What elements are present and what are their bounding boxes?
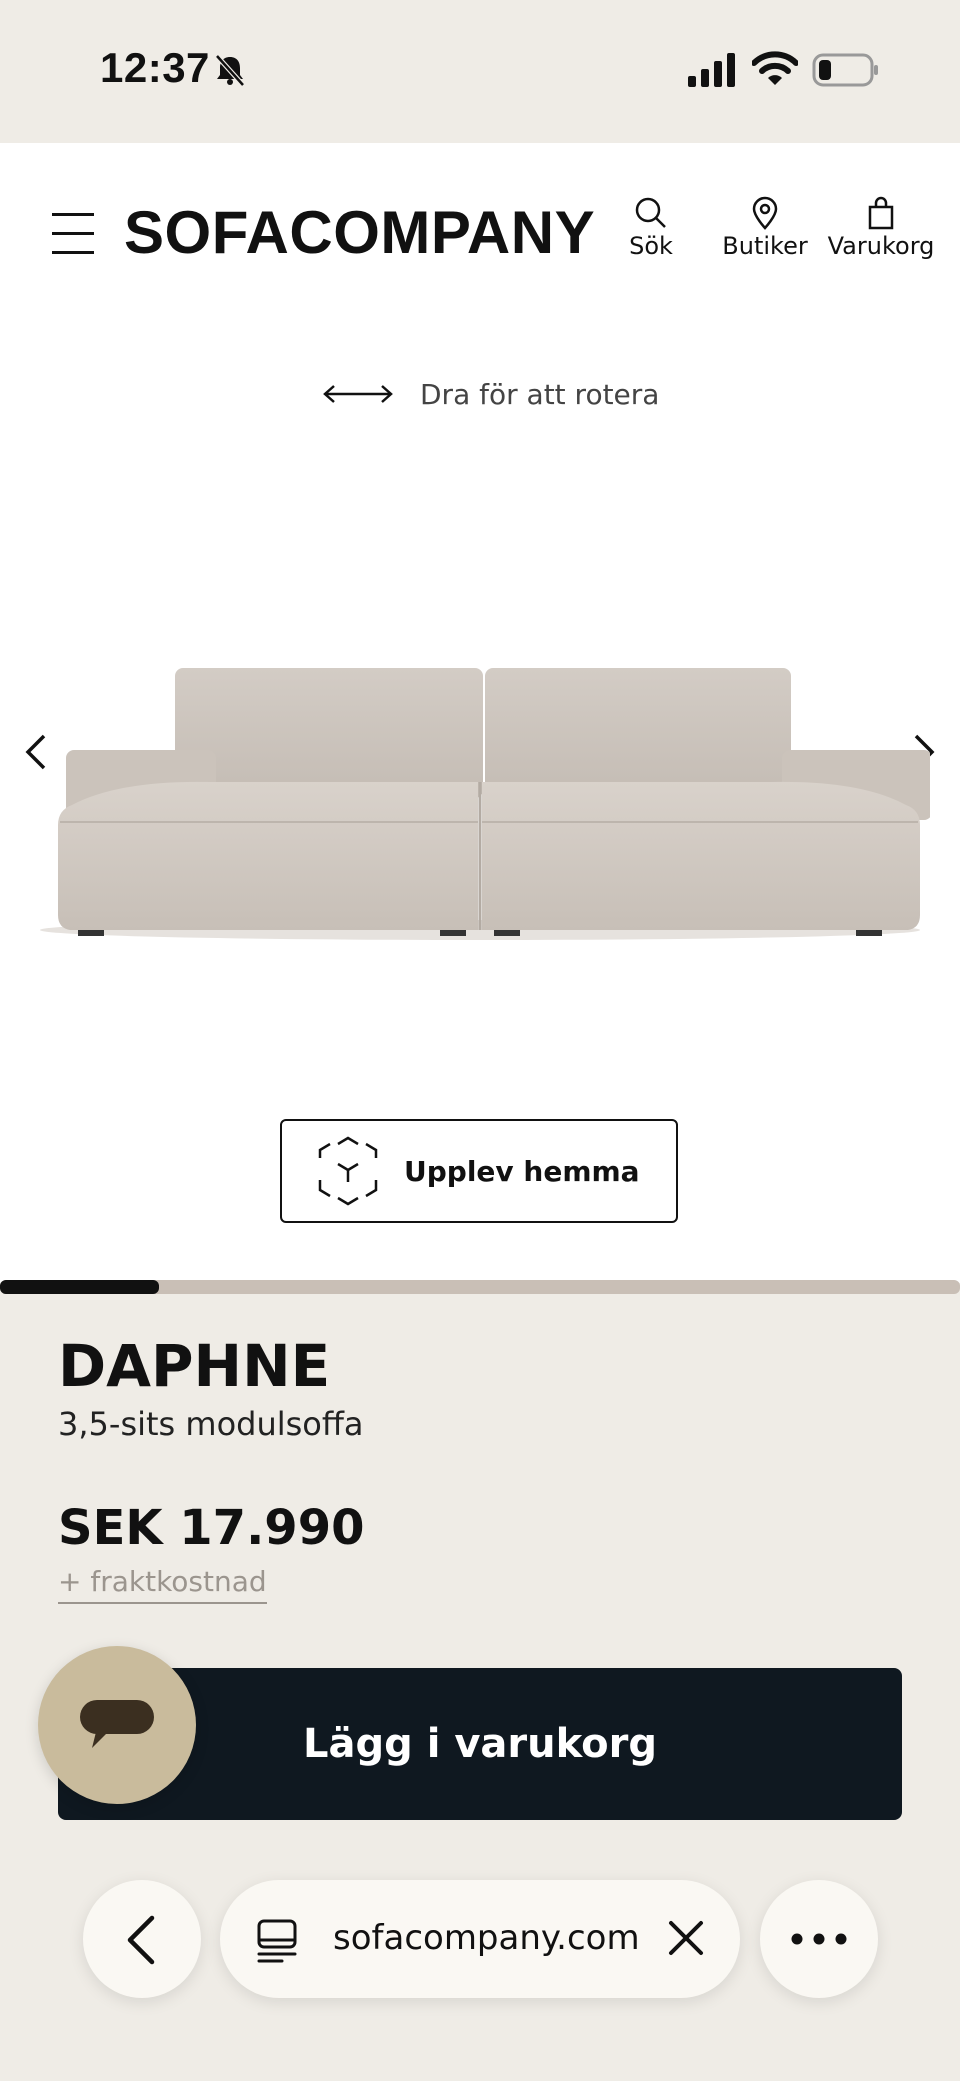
3d-cube-icon: [318, 1136, 378, 1206]
rotate-hint-text: Dra för att rotera: [420, 377, 660, 411]
wifi-icon: [752, 51, 798, 85]
gallery-progress-fill: [0, 1280, 160, 1294]
cellular-signal-icon: [688, 53, 735, 87]
rotate-hint: Dra för att rotera: [322, 372, 659, 416]
gallery-progress-bar: [0, 1280, 960, 1294]
shipping-cost-link[interactable]: + fraktkostnad: [58, 1565, 267, 1604]
chat-icon: [80, 1700, 154, 1748]
page-menu-icon[interactable]: [256, 1918, 300, 1964]
sofa-product-image[interactable]: [30, 660, 930, 940]
nav-stores[interactable]: Butiker: [718, 196, 812, 260]
bell-muted-icon: [215, 54, 245, 87]
back-arrow-icon: [127, 1915, 155, 1965]
url-text: sofacompany.com: [333, 1918, 640, 1958]
product-price: SEK 17.990: [58, 1500, 365, 1556]
close-icon[interactable]: [668, 1920, 704, 1956]
site-logo[interactable]: SOFACOMPANY: [124, 198, 595, 267]
battery-icon: [812, 53, 878, 87]
nav-cart[interactable]: Varukorg: [822, 196, 940, 260]
nav-search-label: Sök: [629, 232, 673, 260]
location-pin-icon: [752, 196, 778, 230]
nav-search[interactable]: Sök: [622, 196, 680, 260]
rotate-arrows-icon: [323, 385, 393, 403]
product-subtitle: 3,5-sits modulsoffa: [58, 1405, 364, 1443]
search-icon: [635, 197, 666, 228]
nav-cart-label: Varukorg: [827, 232, 935, 260]
product-name: DAPHNE: [58, 1332, 331, 1400]
ar-view-button[interactable]: Upplev hemma: [280, 1119, 678, 1223]
shopping-bag-icon: [868, 196, 894, 230]
hamburger-menu-icon[interactable]: [52, 211, 94, 255]
ellipsis-icon: [791, 1933, 847, 1945]
nav-stores-label: Butiker: [722, 232, 808, 260]
chat-button[interactable]: [38, 1646, 196, 1804]
status-time: 12:37: [100, 44, 210, 91]
ar-view-button-label: Upplev hemma: [404, 1154, 640, 1188]
